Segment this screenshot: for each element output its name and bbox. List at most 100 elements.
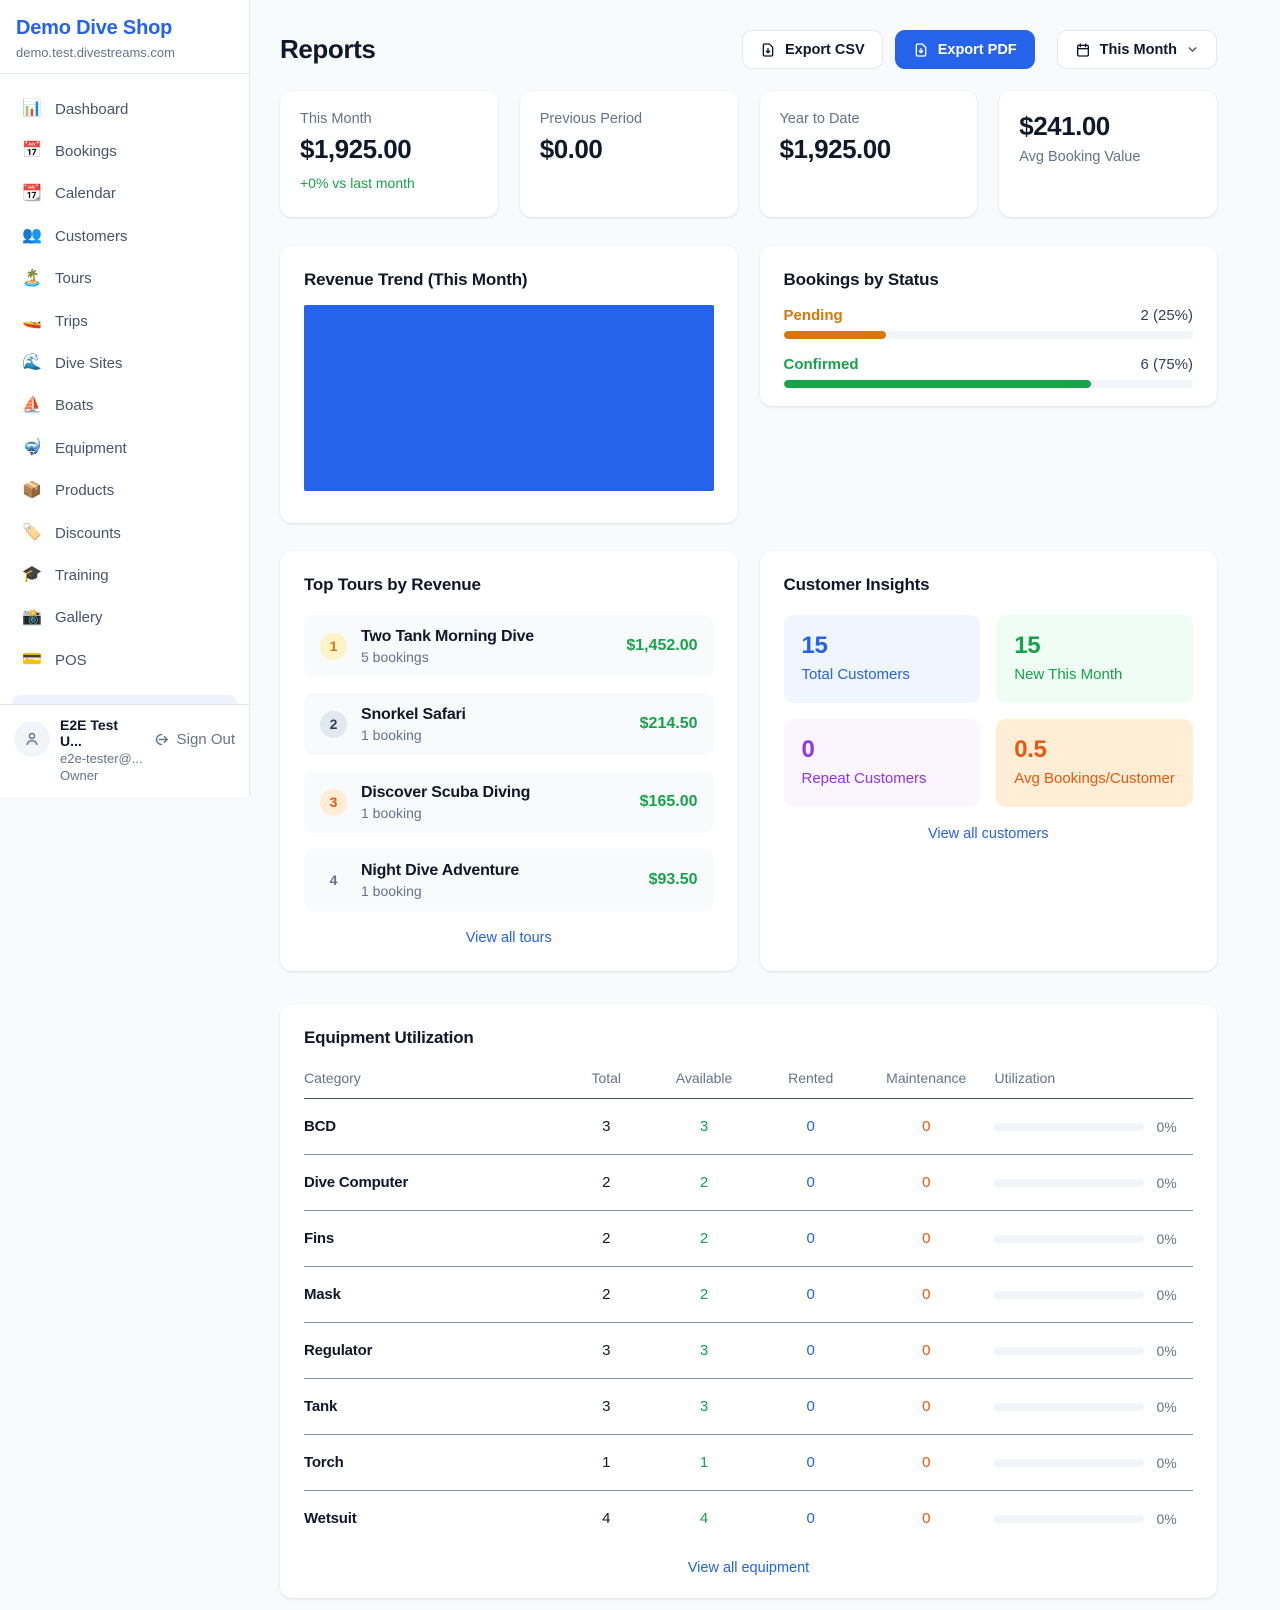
export-csv-button[interactable]: Export CSV: [742, 30, 883, 69]
tour-bookings: 1 booking: [361, 883, 635, 899]
stat-label: Year to Date: [780, 111, 958, 127]
tag-icon: 🏷️: [22, 522, 42, 544]
cell-maintenance: 0: [864, 1155, 988, 1211]
sidebar-item-customers[interactable]: 👥Customers: [12, 215, 237, 257]
revenue-trend-chart: [304, 305, 714, 491]
tile-value: 0.5: [1014, 736, 1175, 764]
rank-badge: 4: [320, 867, 347, 894]
person-icon: [23, 730, 41, 748]
user-email: e2e-tester@...: [60, 751, 143, 766]
charts-row: Revenue Trend (This Month) Bookings by S…: [280, 246, 1217, 523]
sidebar-item-discounts[interactable]: 🏷️Discounts: [12, 512, 237, 554]
period-label: This Month: [1100, 42, 1177, 58]
tour-row[interactable]: 3 Discover Scuba Diving1 booking $165.00: [304, 771, 714, 833]
col-utilization: Utilization: [988, 1060, 1193, 1099]
tour-name: Snorkel Safari: [361, 706, 626, 724]
stat-card-year-to-date: Year to Date $1,925.00: [760, 91, 978, 217]
sidebar-item-boats[interactable]: ⛵Boats: [12, 385, 237, 427]
utilization-percent: 0%: [1156, 1455, 1176, 1471]
table-row: Torch 1 1 0 0 0%: [304, 1435, 1193, 1491]
sidebar-item-bookings[interactable]: 📅Bookings: [12, 130, 237, 172]
tour-row[interactable]: 4 Night Dive Adventure1 booking $93.50: [304, 849, 714, 911]
stat-card-avg-booking-value: $241.00 Avg Booking Value: [999, 91, 1217, 217]
sidebar-item-training[interactable]: 🎓Training: [12, 554, 237, 596]
progress-track: [784, 380, 1194, 388]
status-label: Pending: [784, 307, 843, 324]
sidebar-item-trips[interactable]: 🚤Trips: [12, 300, 237, 342]
cell-maintenance: 0: [864, 1435, 988, 1491]
sidebar-item-label: Products: [55, 480, 114, 501]
tour-name: Discover Scuba Diving: [361, 784, 626, 802]
col-total: Total: [562, 1060, 651, 1099]
table-row: Wetsuit 4 4 0 0 0%: [304, 1491, 1193, 1542]
sidebar-item-pos[interactable]: 💳POS: [12, 639, 237, 681]
stat-value: $0.00: [540, 134, 718, 165]
sidebar-item-label: Equipment: [55, 438, 127, 459]
cell-rented: 0: [757, 1155, 864, 1211]
utilization-track: [994, 1123, 1144, 1131]
utilization-percent: 0%: [1156, 1399, 1176, 1415]
cell-total: 3: [562, 1379, 651, 1435]
sidebar-item-calendar[interactable]: 📆Calendar: [12, 173, 237, 215]
export-pdf-button[interactable]: Export PDF: [895, 30, 1035, 69]
table-row: Regulator 3 3 0 0 0%: [304, 1323, 1193, 1379]
sidebar-item-gallery[interactable]: 📸Gallery: [12, 597, 237, 639]
sidebar-item-label: Gallery: [55, 607, 103, 628]
status-label: Confirmed: [784, 356, 859, 373]
table-row: Dive Computer 2 2 0 0 0%: [304, 1155, 1193, 1211]
cell-total: 2: [562, 1267, 651, 1323]
equipment-utilization-card: Equipment Utilization Category Total Ava…: [280, 1004, 1217, 1598]
stat-cards-row: This Month $1,925.00 +0% vs last month P…: [280, 91, 1217, 217]
sidebar-item-dive-sites[interactable]: 🌊Dive Sites: [12, 342, 237, 384]
view-all-customers-link[interactable]: View all customers: [784, 826, 1194, 842]
cell-category: Fins: [304, 1211, 562, 1267]
bookings-by-status-title: Bookings by Status: [784, 270, 1194, 290]
rank-badge: 3: [320, 789, 347, 816]
utilization-track: [994, 1403, 1144, 1411]
utilization-track: [994, 1459, 1144, 1467]
tour-row[interactable]: 1 Two Tank Morning Dive5 bookings $1,452…: [304, 615, 714, 677]
shop-subdomain: demo.test.divestreams.com: [16, 45, 233, 60]
sidebar-item-products[interactable]: 📦Products: [12, 470, 237, 512]
cell-rented: 0: [757, 1435, 864, 1491]
utilization-track: [994, 1179, 1144, 1187]
tile-value: 15: [1014, 632, 1175, 660]
calendar-icon: [1075, 42, 1091, 58]
cell-category: Dive Computer: [304, 1155, 562, 1211]
sidebar-item-label: Bookings: [55, 141, 117, 162]
user-section: E2E Test U... e2e-tester@... Owner Sign …: [0, 704, 249, 797]
stat-value: $1,925.00: [300, 134, 478, 165]
cell-maintenance: 0: [864, 1099, 988, 1155]
cell-total: 2: [562, 1211, 651, 1267]
view-all-equipment-link[interactable]: View all equipment: [304, 1560, 1193, 1576]
cell-maintenance: 0: [864, 1491, 988, 1542]
sidebar-item-label: Tours: [55, 268, 92, 289]
tour-name: Night Dive Adventure: [361, 862, 635, 880]
sidebar-item-tours[interactable]: 🏝️Tours: [12, 258, 237, 300]
cell-available: 2: [651, 1211, 758, 1267]
bookings-by-status-card: Bookings by Status Pending 2 (25%) Confi…: [760, 246, 1218, 406]
cell-available: 2: [651, 1155, 758, 1211]
cell-rented: 0: [757, 1379, 864, 1435]
sidebar-item-dashboard[interactable]: 📊Dashboard: [12, 88, 237, 130]
period-dropdown[interactable]: This Month: [1057, 30, 1217, 69]
cell-category: Torch: [304, 1435, 562, 1491]
cell-category: BCD: [304, 1099, 562, 1155]
page-title: Reports: [280, 34, 375, 65]
view-all-tours-link[interactable]: View all tours: [304, 930, 714, 946]
tour-row[interactable]: 2 Snorkel Safari1 booking $214.50: [304, 693, 714, 755]
sidebar-item-equipment[interactable]: 🤿Equipment: [12, 427, 237, 469]
sign-out-icon: [153, 731, 170, 748]
tour-bookings: 5 bookings: [361, 649, 612, 665]
cell-available: 1: [651, 1435, 758, 1491]
export-csv-label: Export CSV: [785, 42, 865, 58]
top-tours-title: Top Tours by Revenue: [304, 575, 714, 595]
stat-value: $241.00: [1019, 111, 1197, 142]
credit-card-icon: 💳: [22, 649, 42, 671]
sidebar-item-reports-partial[interactable]: [12, 695, 237, 704]
tile-value: 15: [802, 632, 963, 660]
revenue-trend-title: Revenue Trend (This Month): [304, 270, 714, 290]
sidebar-item-label: Boats: [55, 395, 93, 416]
tile-avg-bookings-customer: 0.5 Avg Bookings/Customer: [996, 719, 1193, 807]
sign-out-button[interactable]: Sign Out: [153, 731, 235, 748]
